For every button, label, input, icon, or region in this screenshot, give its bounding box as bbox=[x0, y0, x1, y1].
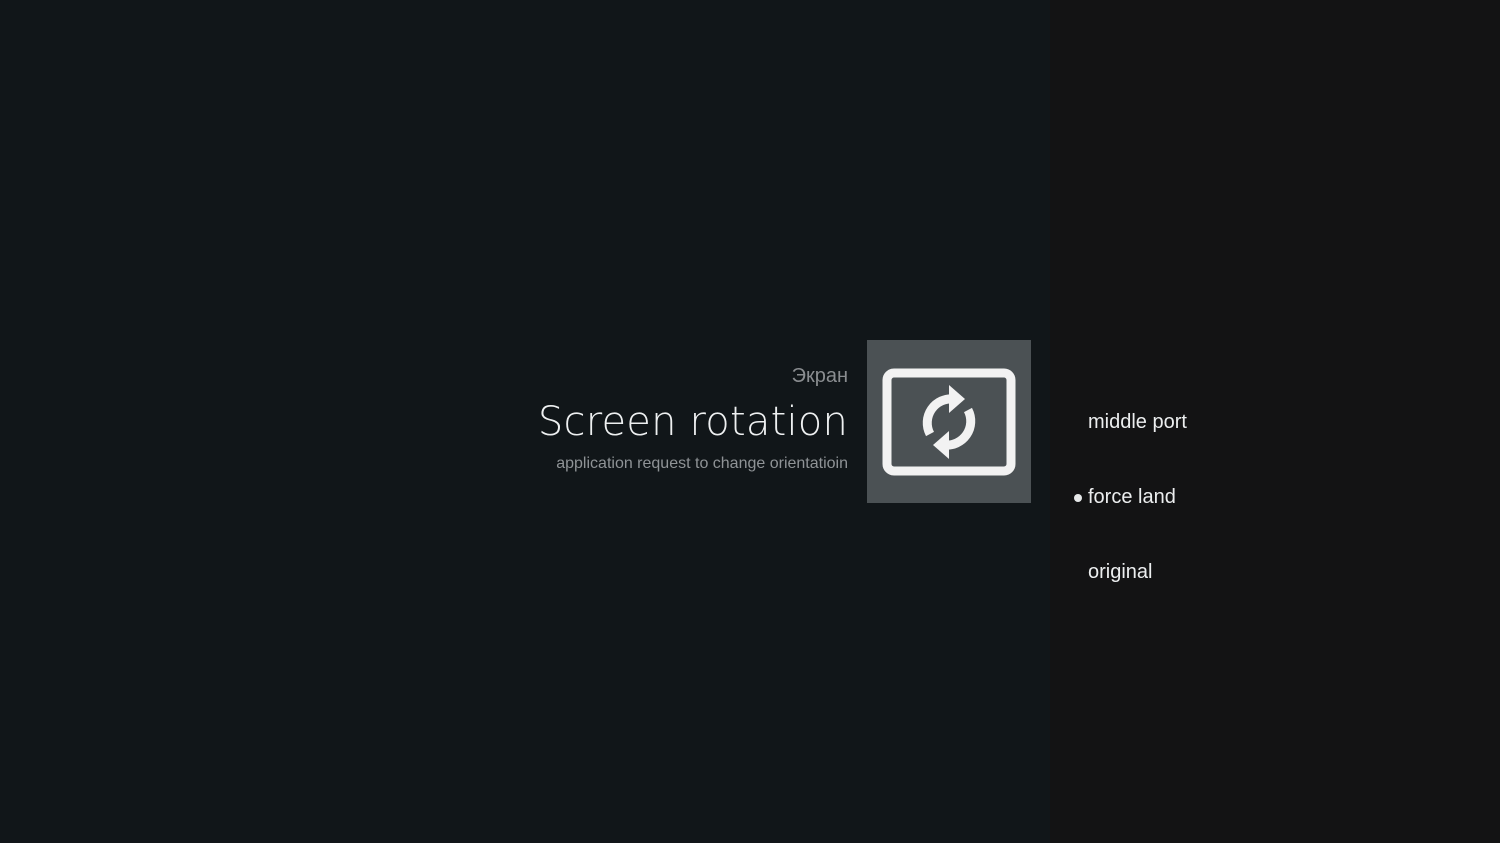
breadcrumb: Экран bbox=[791, 365, 848, 387]
option-label: original bbox=[1088, 561, 1153, 583]
icon-tile bbox=[867, 340, 1031, 503]
guidance-panel: Экран Screen rotation application reques… bbox=[0, 0, 1050, 843]
option-middle-port[interactable]: middle port bbox=[1070, 385, 1450, 460]
option-original[interactable]: original bbox=[1070, 535, 1450, 610]
screen-rotation-icon bbox=[882, 368, 1016, 475]
rotation-options-list: middle port force land original bbox=[1070, 385, 1450, 610]
page-description: application request to change orientatio… bbox=[556, 455, 848, 472]
option-label: force land bbox=[1088, 486, 1176, 508]
option-force-land[interactable]: force land bbox=[1070, 460, 1450, 535]
page-title: Screen rotation bbox=[537, 399, 848, 445]
settings-screen: Экран Screen rotation application reques… bbox=[0, 0, 1500, 843]
option-label: middle port bbox=[1088, 411, 1187, 433]
guidance-text: Экран Screen rotation application reques… bbox=[248, 360, 848, 476]
selected-dot-icon bbox=[1074, 493, 1082, 502]
